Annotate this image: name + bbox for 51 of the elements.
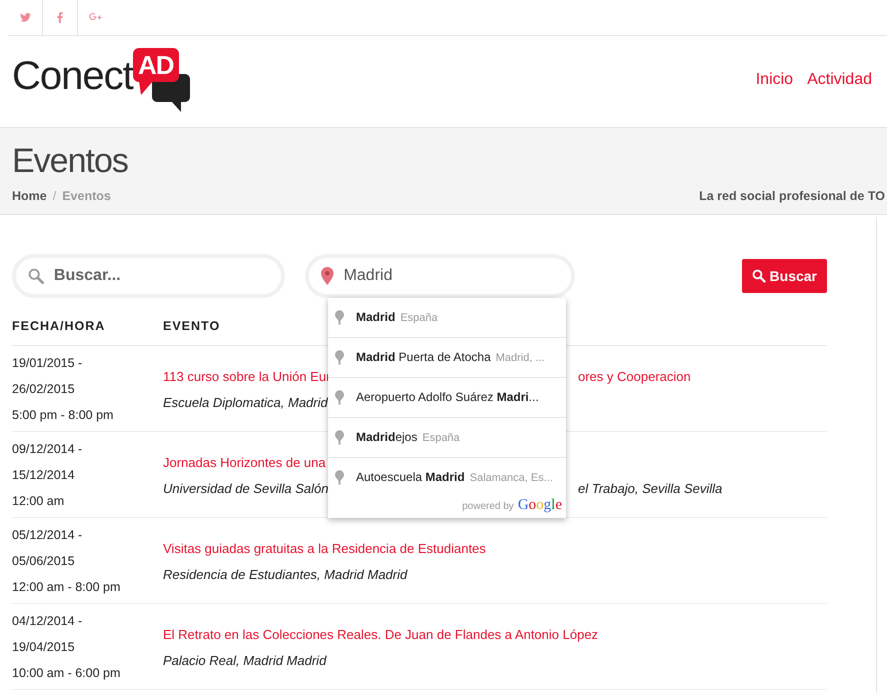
date-text: 12:00 am - 8:00 pm — [12, 579, 122, 596]
breadcrumb-separator: / — [52, 189, 56, 203]
suggestion-item[interactable]: Madridejos España — [328, 418, 566, 458]
venue-text: Universidad de Sevilla Salón — [163, 481, 328, 496]
venue-text: Palacio Real, Madrid Madrid — [163, 653, 326, 668]
page-title: Eventos — [12, 142, 129, 180]
event-link[interactable]: Jornadas Horizontes de una — [163, 455, 326, 470]
search-button[interactable]: Buscar — [742, 259, 827, 293]
event-link[interactable]: El Retrato en las Colecciones Reales. De Juan de Flandes a Antonio López — [163, 627, 598, 642]
date-text: 19/04/2015 — [12, 639, 76, 656]
map-pin-icon — [335, 350, 344, 365]
map-pin-icon — [335, 390, 344, 405]
date-text: 10:00 am - 6:00 pm — [12, 665, 122, 682]
map-pin-icon — [335, 470, 344, 485]
event-link[interactable]: Visitas guiadas gratuitas a la Residencia de Estudiantes — [163, 541, 486, 556]
location-field[interactable]: Madrid — [342, 266, 559, 286]
location-field[interactable]: Madrid — [305, 254, 575, 298]
date-text: 05/12/2014 - — [12, 527, 84, 544]
venue-text: Escuela Diplomatica, Madrid — [163, 395, 328, 410]
date-text: 05/06/2015 — [12, 553, 76, 570]
event-link[interactable]: ores y Cooperacion — [578, 367, 691, 387]
search-icon — [752, 269, 766, 283]
column-header: FECHA/HORA — [12, 319, 106, 335]
column-header: EVENTO — [163, 319, 220, 335]
tagline: La red social profesional de TO — [699, 189, 885, 203]
suggestion-item[interactable]: Aeropuerto Adolfo Suárez Madri... — [328, 378, 566, 418]
breadcrumb-link[interactable]: Home — [12, 189, 47, 203]
date-text: 15/12/2014 — [12, 467, 76, 484]
map-pin-icon — [335, 310, 344, 325]
date-text: 26/02/2015 — [12, 381, 76, 398]
map-pin-icon — [321, 266, 334, 286]
map-pin-icon — [335, 430, 344, 445]
date-text: 09/12/2014 - — [12, 441, 84, 458]
search-field[interactable]: Buscar... — [12, 254, 285, 298]
date-text: 12:00 am — [12, 493, 66, 510]
date-text: 5:00 pm - 8:00 pm — [12, 407, 114, 424]
event-link[interactable]: 113 curso sobre la Unión Eur — [163, 369, 330, 384]
suggestion-item[interactable]: Madrid España — [328, 298, 566, 338]
breadcrumb-current: Eventos — [62, 189, 111, 203]
venue-text: el Trabajo, Sevilla Sevilla — [578, 480, 722, 498]
date-text: 19/01/2015 - — [12, 355, 84, 372]
nav-link[interactable]: Inicio — [756, 70, 794, 88]
nav-link[interactable]: Actividad — [807, 70, 872, 88]
suggestion-item[interactable]: Autoescuela Madrid Salamanca, Es... — [328, 458, 566, 497]
search-icon — [28, 267, 44, 285]
search-field[interactable]: Buscar... — [52, 266, 269, 286]
suggestion-item[interactable]: Madrid Puerta de Atocha Madrid, ... — [328, 338, 566, 378]
venue-text: Residencia de Estudiantes, Madrid Madrid — [163, 567, 408, 582]
powered-by-label: powered by — [462, 501, 514, 512]
date-text: 04/12/2014 - — [12, 613, 84, 630]
google-logo: Google — [518, 497, 562, 514]
